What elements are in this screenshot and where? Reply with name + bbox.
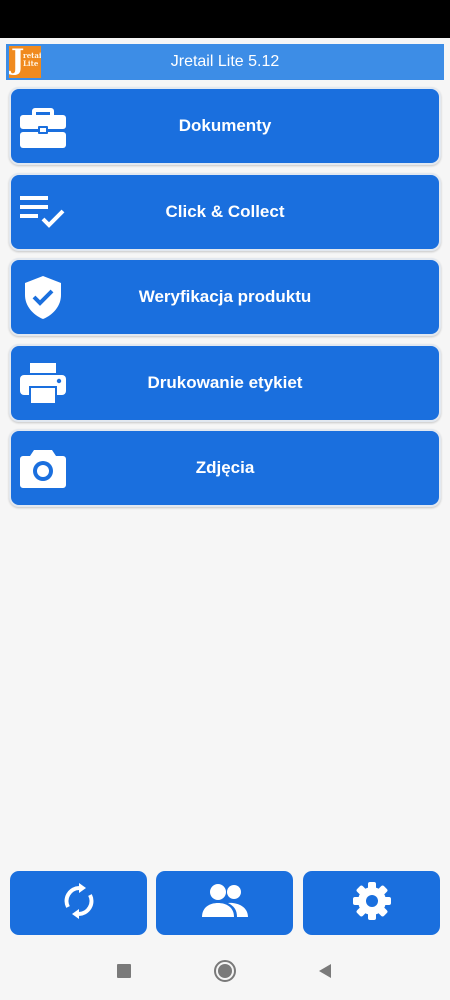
users-icon: [198, 881, 252, 926]
sync-icon: [59, 881, 99, 926]
home-button[interactable]: [211, 959, 239, 987]
users-button[interactable]: [156, 871, 293, 935]
menu-button-zdjecia[interactable]: Zdjęcia: [9, 429, 441, 507]
menu-label: Dokumenty: [178, 116, 272, 135]
system-nav-bar: [0, 945, 450, 1000]
app-title: Jretail Lite 5.12: [170, 53, 280, 70]
back-button[interactable]: [311, 959, 339, 987]
menu-button-drukowanie-etykiet[interactable]: Drukowanie etykiet: [9, 343, 441, 422]
back-triangle-icon: [316, 962, 334, 985]
menu-button-dokumenty[interactable]: Dokumenty: [9, 87, 441, 165]
menu-button-weryfikacja-produktu[interactable]: Weryfikacja produktu: [9, 258, 441, 336]
status-bar: [0, 0, 450, 38]
menu-label: Click & Collect: [165, 201, 285, 221]
settings-button[interactable]: [303, 871, 440, 935]
home-circle-icon: [213, 959, 237, 988]
main-menu: Dokumenty Click & Collect Weryfikacja pr…: [9, 87, 441, 515]
recents-button[interactable]: [110, 959, 138, 987]
app-logo: J retail Lite: [9, 46, 41, 78]
sync-button[interactable]: [10, 871, 147, 935]
bottom-toolbar: [10, 871, 440, 935]
app-header: Jretail Lite 5.12 J retail Lite: [6, 44, 444, 80]
menu-label: Weryfikacja produktu: [138, 287, 312, 306]
app-logo-text: retail Lite: [23, 51, 41, 68]
menu-label: Drukowanie etykiet: [147, 372, 303, 392]
gear-icon: [351, 880, 393, 927]
recents-square-icon: [116, 963, 132, 984]
menu-button-click-collect[interactable]: Click & Collect: [9, 172, 441, 251]
menu-label: Zdjęcia: [195, 458, 255, 477]
